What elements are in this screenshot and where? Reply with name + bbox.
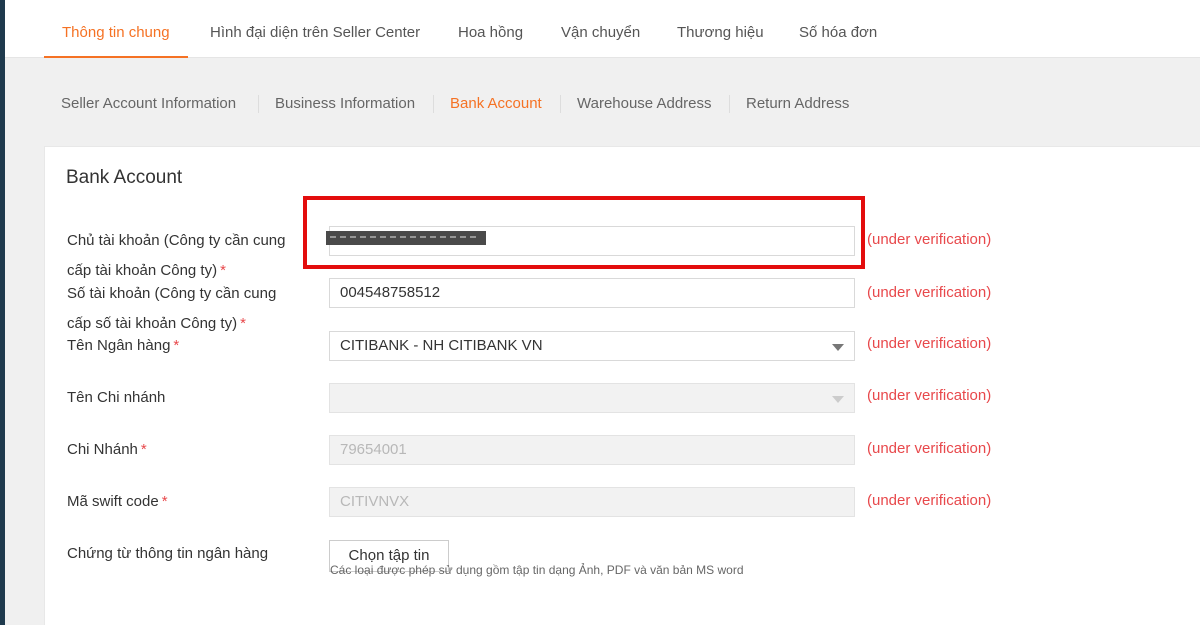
label-text: cấp tài khoản Công ty) [67,262,218,279]
redacted-value [326,231,486,245]
branch-label: Chi Nhánh * [67,435,307,465]
account-number-input[interactable]: 004548758512 [329,278,855,308]
bank-name-select[interactable]: CITIBANK - NH CITIBANK VN [329,331,855,361]
subtab-bank-account[interactable]: Bank Account [450,95,542,113]
branch-name-label: Tên Chi nhánh [67,389,166,406]
sub-tab-bar: Seller Account Information Business Info… [5,59,1200,145]
subtab-divider [729,95,730,113]
bank-document-label: Chứng từ thông tin ngân hàng [67,545,269,562]
tab-invoice-number[interactable]: Số hóa đơn [799,0,877,58]
swift-code-verification-status: (under verification) [867,492,992,509]
tab-shipping[interactable]: Vận chuyển [561,0,640,58]
required-mark: * [240,315,246,332]
subtab-divider [560,95,561,113]
branch-verification-status: (under verification) [867,440,992,457]
subtab-seller-account-information[interactable]: Seller Account Information [61,95,236,113]
tab-commission[interactable]: Hoa hồng [458,0,523,58]
chevron-down-icon[interactable] [832,344,844,351]
subtab-divider [433,95,434,113]
subtab-return-address[interactable]: Return Address [746,95,849,113]
branch-name-select[interactable] [329,383,855,413]
branch-name-verification-status: (under verification) [867,387,992,404]
subtab-warehouse-address[interactable]: Warehouse Address [577,95,712,113]
file-type-help-text: Các loại được phép sử dụng gồm tập tin d… [330,563,744,577]
required-mark: * [173,337,180,354]
swift-code-label: Mã swift code * [67,487,307,517]
required-mark: * [220,262,226,279]
bank-name-verification-status: (under verification) [867,335,992,352]
account-number-label: Số tài khoản (Công ty cần cung cấp số tà… [67,279,307,339]
label-text: Tên Ngân hàng [67,337,171,354]
required-mark: * [161,493,168,510]
tab-brand[interactable]: Thương hiệu [677,0,764,58]
branch-code-input[interactable]: 79654001 [329,435,855,465]
subtab-business-information[interactable]: Business Information [275,95,415,113]
tab-seller-center-avatar[interactable]: Hình đại diện trên Seller Center [210,0,420,58]
swift-code-input[interactable]: CITIVNVX [329,487,855,517]
chevron-down-icon[interactable] [832,396,844,403]
panel-title: Bank Account [66,167,183,188]
bank-name-selected-value: CITIBANK - NH CITIBANK VN [340,337,543,354]
required-mark: * [140,441,147,458]
label-text: Mã swift code [67,493,159,510]
top-tab-bar: Thông tin chung Hình đại diện trên Selle… [5,0,1200,58]
account-holder-label-line1: Chủ tài khoản (Công ty cần cung [67,232,286,249]
label-text: cấp số tài khoản Công ty) [67,315,238,332]
bank-name-label: Tên Ngân hàng * [67,331,307,361]
label-text: Chi Nhánh [67,441,138,458]
subtab-divider [258,95,259,113]
account-number-label-line1: Số tài khoản (Công ty cần cung [67,285,277,302]
account-holder-label: Chủ tài khoản (Công ty cần cung cấp tài … [67,226,307,286]
tab-general-info[interactable]: Thông tin chung [44,0,188,58]
account-holder-verification-status: (under verification) [867,231,992,248]
account-number-verification-status: (under verification) [867,284,992,301]
